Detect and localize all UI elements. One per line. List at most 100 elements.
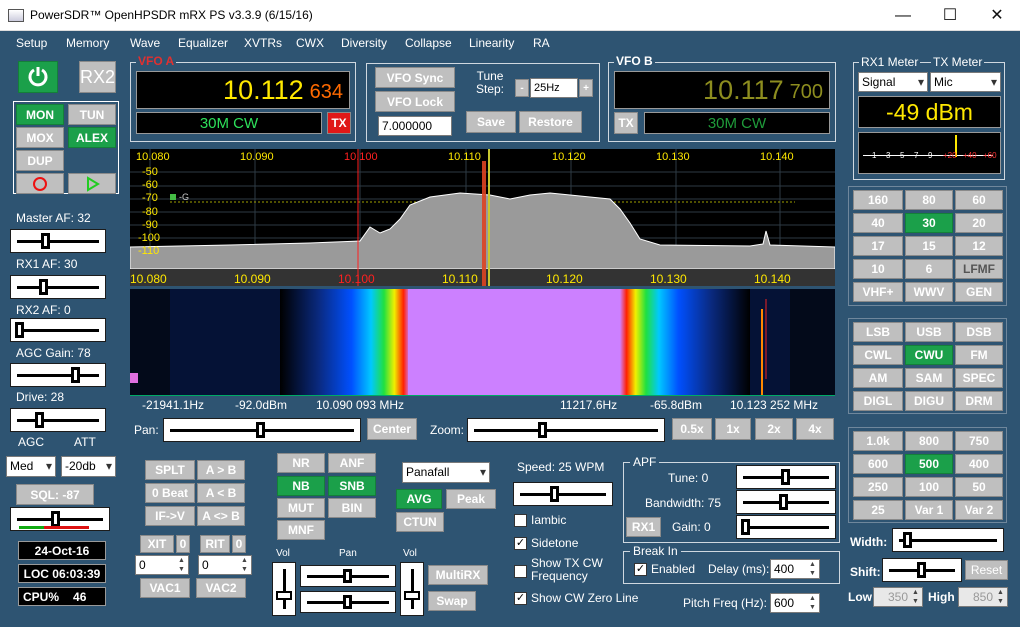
band-10-button[interactable]: 10 [853, 259, 903, 279]
apf-bandwidth-slider[interactable] [736, 490, 836, 514]
vfo-b-frequency[interactable]: 10.117 700 [614, 71, 830, 109]
vfo-sync-button[interactable]: VFO Sync [375, 67, 455, 88]
band-wwv-button[interactable]: WWV [905, 282, 953, 302]
rx1-af-slider[interactable] [10, 275, 106, 299]
band-20-button[interactable]: 20 [955, 213, 1003, 233]
menu-diversity[interactable]: Diversity [341, 36, 387, 50]
mode-usb-button[interactable]: USB [905, 322, 953, 342]
mode-digl-button[interactable]: DIGL [853, 391, 903, 411]
bin-button[interactable]: BIN [328, 498, 376, 518]
split-button[interactable]: SPLT [145, 460, 195, 480]
rit-zero-button[interactable]: 0 [232, 535, 246, 553]
filter-500-button[interactable]: 500 [905, 454, 953, 474]
pitch-freq-value[interactable]: 600 ▲ ▼ [770, 593, 820, 613]
vol1-slider[interactable] [272, 562, 296, 616]
filter-600-button[interactable]: 600 [853, 454, 903, 474]
xit-value[interactable]: 0 ▲ ▼ [135, 555, 189, 575]
avg-button[interactable]: AVG [396, 489, 442, 509]
tune-step-plus[interactable]: + [579, 79, 593, 97]
rit-button[interactable]: RIT [200, 535, 230, 553]
apf-rx1-button[interactable]: RX1 [626, 517, 661, 537]
if-to-v-button[interactable]: IF->V [145, 506, 195, 526]
menu-setup[interactable]: Setup [16, 36, 47, 50]
cw-speed-slider[interactable] [513, 482, 613, 506]
filter-25-button[interactable]: 25 [853, 500, 903, 520]
high-value[interactable]: 850 ▲ ▼ [958, 587, 1008, 607]
show-cw-zero-checkbox[interactable]: ✓ [514, 592, 527, 605]
waterfall[interactable] [130, 289, 835, 395]
nb-button[interactable]: NB [277, 476, 325, 496]
tun-button[interactable]: TUN [68, 104, 116, 125]
sql-slider[interactable] [10, 507, 110, 531]
mute-button[interactable]: MUT [277, 498, 325, 518]
band-80-button[interactable]: 80 [905, 190, 953, 210]
agc-select[interactable]: Med [6, 456, 56, 477]
zoom-4x-button[interactable]: 4x [796, 418, 834, 440]
band-15-button[interactable]: 15 [905, 236, 953, 256]
menu-wave[interactable]: Wave [130, 36, 160, 50]
ctun-button[interactable]: CTUN [396, 512, 444, 532]
break-in-delay-value[interactable]: 400 ▲ ▼ [770, 559, 820, 579]
dup-button[interactable]: DUP [16, 150, 64, 171]
minimize-button[interactable]: — [880, 0, 926, 31]
zoom-2x-button[interactable]: 2x [755, 418, 793, 440]
zoom-0-5x-button[interactable]: 0.5x [672, 418, 712, 440]
xit-zero-button[interactable]: 0 [176, 535, 190, 553]
b-to-a-button[interactable]: A < B [197, 483, 245, 503]
low-value[interactable]: 350 ▲ ▼ [873, 587, 923, 607]
rx1-meter-select[interactable]: Signal [858, 72, 928, 92]
restore-button[interactable]: Restore [519, 111, 582, 133]
alex-button[interactable]: ALEX [68, 127, 116, 148]
swap-ab-button[interactable]: A <> B [197, 506, 245, 526]
sql-button[interactable]: SQL: -87 [16, 484, 94, 505]
power-button[interactable] [18, 61, 58, 93]
nr-button[interactable]: NR [277, 453, 325, 473]
shift-reset-button[interactable]: Reset [965, 560, 1008, 580]
mode-cwu-button[interactable]: CWU [905, 345, 953, 365]
band-12-button[interactable]: 12 [955, 236, 1003, 256]
apf-tune-slider[interactable] [736, 465, 836, 489]
mode-fm-button[interactable]: FM [955, 345, 1003, 365]
xit-button[interactable]: XIT [140, 535, 174, 553]
filter-100-button[interactable]: 100 [905, 477, 953, 497]
anf-button[interactable]: ANF [328, 453, 376, 473]
vol2-slider[interactable] [400, 562, 424, 616]
center-button[interactable]: Center [367, 418, 417, 440]
mode-dsb-button[interactable]: DSB [955, 322, 1003, 342]
multirx-button[interactable]: MultiRX [428, 565, 488, 585]
mode-cwl-button[interactable]: CWL [853, 345, 903, 365]
menu-linearity[interactable]: Linearity [469, 36, 514, 50]
band-160-button[interactable]: 160 [853, 190, 903, 210]
vfo-a-frequency[interactable]: 10.112 634 [136, 71, 350, 109]
mode-spec-button[interactable]: SPEC [955, 368, 1003, 388]
record-button[interactable] [16, 173, 64, 194]
rx2-button[interactable]: RX2 [79, 61, 116, 93]
vfo-lock-button[interactable]: VFO Lock [375, 91, 455, 112]
iambic-checkbox[interactable] [514, 514, 527, 527]
filter-50-button[interactable]: 50 [955, 477, 1003, 497]
play-button[interactable] [68, 173, 116, 194]
band-40-button[interactable]: 40 [853, 213, 903, 233]
mode-digu-button[interactable]: DIGU [905, 391, 953, 411]
band-gen-button[interactable]: GEN [955, 282, 1003, 302]
maximize-button[interactable]: ☐ [927, 0, 973, 31]
peak-button[interactable]: Peak [446, 489, 496, 509]
width-slider[interactable] [892, 528, 1004, 552]
master-af-slider[interactable] [10, 229, 106, 253]
panadapter[interactable]: 10.080 10.090 10.100 10.110 10.120 10.13… [130, 149, 835, 286]
mode-sam-button[interactable]: SAM [905, 368, 953, 388]
pan-mix-slider-2[interactable] [300, 591, 396, 613]
filter-var2-button[interactable]: Var 2 [955, 500, 1003, 520]
menu-xvtrs[interactable]: XVTRs [244, 36, 282, 50]
tx-meter-select[interactable]: Mic [930, 72, 1001, 92]
vac1-button[interactable]: VAC1 [140, 578, 190, 598]
zoom-slider[interactable] [467, 418, 665, 442]
band-vhf-button[interactable]: VHF+ [853, 282, 903, 302]
a-to-b-button[interactable]: A > B [197, 460, 245, 480]
att-select[interactable]: -20db [61, 456, 116, 477]
mox-button[interactable]: MOX [16, 127, 64, 148]
display-mode-select[interactable]: Panafall [402, 462, 490, 483]
menu-memory[interactable]: Memory [66, 36, 109, 50]
menu-collapse[interactable]: Collapse [405, 36, 452, 50]
filter-750-button[interactable]: 750 [955, 431, 1003, 451]
